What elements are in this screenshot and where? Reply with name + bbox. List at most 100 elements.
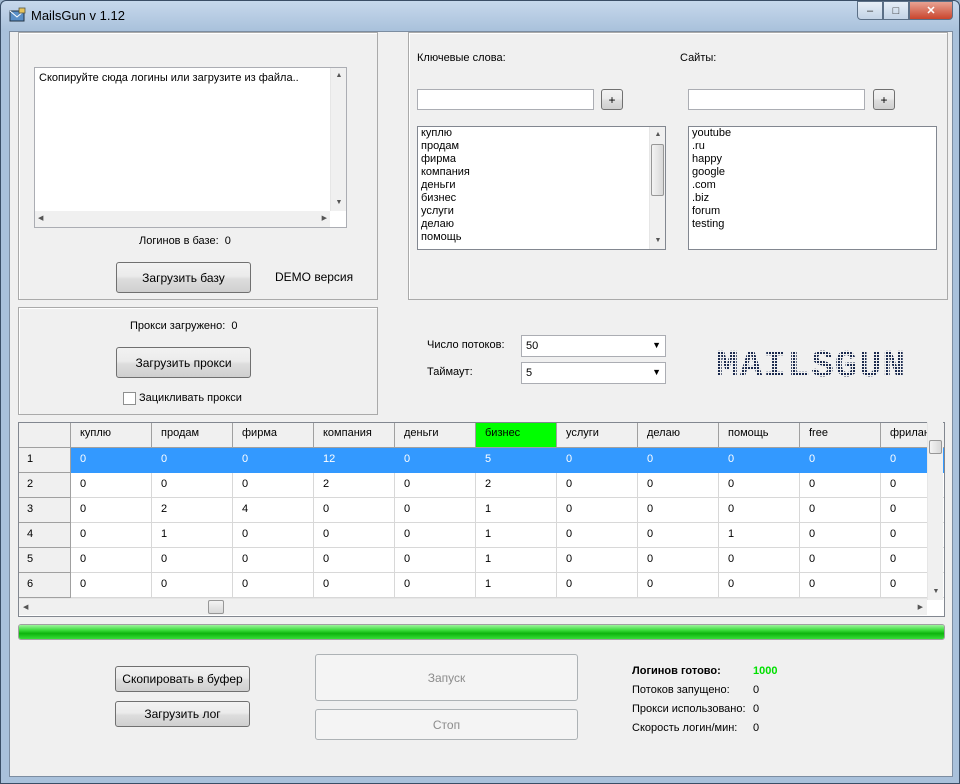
list-item[interactable]: помощь [418, 231, 665, 244]
logins-hscroll[interactable]: ◀ ▶ [35, 211, 330, 227]
grid-vscroll[interactable]: ▼ [927, 422, 943, 600]
logins-vscroll[interactable]: ▲ ▼ [330, 68, 346, 211]
table-cell[interactable]: 0 [395, 473, 476, 498]
table-cell[interactable]: 0 [800, 473, 881, 498]
keyword-input[interactable] [417, 89, 594, 110]
table-cell[interactable]: 4 [233, 498, 314, 523]
table-cell[interactable]: 0 [71, 548, 152, 573]
table-cell[interactable]: 0 [314, 548, 395, 573]
scroll-up-icon[interactable]: ▲ [650, 127, 665, 143]
table-cell[interactable]: 0 [800, 498, 881, 523]
column-header[interactable]: фирма [233, 423, 314, 448]
list-item[interactable]: услуги [418, 205, 665, 218]
table-cell[interactable]: 2 [152, 498, 233, 523]
table-cell[interactable]: 0 [395, 548, 476, 573]
list-item[interactable]: бизнес [418, 192, 665, 205]
list-item[interactable]: youtube [689, 127, 936, 140]
threads-select[interactable]: 50 ▼ [521, 335, 666, 357]
column-header[interactable]: бизнес [476, 423, 557, 448]
table-cell[interactable]: 0 [152, 448, 233, 473]
table-cell[interactable]: 0 [314, 573, 395, 598]
list-item[interactable]: .com [689, 179, 936, 192]
column-header[interactable]: деньги [395, 423, 476, 448]
column-header[interactable]: услуги [557, 423, 638, 448]
column-header[interactable]: помощь [719, 423, 800, 448]
table-cell[interactable]: 0 [395, 523, 476, 548]
list-item[interactable]: фирма [418, 153, 665, 166]
table-cell[interactable]: 2 [314, 473, 395, 498]
scroll-down-icon[interactable]: ▼ [928, 584, 944, 600]
sites-list[interactable]: youtube .ru happy google .com .biz forum testin… [688, 126, 937, 250]
timeout-select[interactable]: 5 ▼ [521, 362, 666, 384]
table-cell[interactable]: 0 [719, 548, 800, 573]
table-cell[interactable]: 0 [233, 448, 314, 473]
table-cell[interactable]: 0 [233, 548, 314, 573]
list-item[interactable]: testing [689, 218, 936, 231]
table-cell[interactable]: 0 [395, 573, 476, 598]
keywords-vscroll[interactable]: ▲ ▼ [649, 127, 665, 249]
table-cell[interactable]: 0 [557, 448, 638, 473]
add-keyword-button[interactable]: + [601, 89, 623, 110]
table-cell[interactable]: 0 [71, 498, 152, 523]
table-cell[interactable]: 1 [476, 548, 557, 573]
table-cell[interactable]: 0 [719, 473, 800, 498]
list-item[interactable]: .ru [689, 140, 936, 153]
table-cell[interactable]: 0 [800, 448, 881, 473]
table-cell[interactable]: 5 [476, 448, 557, 473]
scroll-right-icon[interactable]: ▶ [918, 599, 923, 616]
table-cell[interactable]: 1 [719, 523, 800, 548]
table-cell[interactable]: 0 [557, 473, 638, 498]
scroll-down-icon[interactable]: ▼ [331, 195, 347, 211]
table-cell[interactable]: 12 [314, 448, 395, 473]
grid-hscroll[interactable]: ◀ ▶ [19, 598, 927, 615]
close-button[interactable]: ✕ [909, 1, 953, 20]
table-cell[interactable]: 0 [395, 498, 476, 523]
table-cell[interactable]: 0 [800, 548, 881, 573]
load-base-button[interactable]: Загрузить базу [116, 262, 251, 293]
table-cell[interactable]: 0 [638, 548, 719, 573]
row-header[interactable]: 6 [19, 573, 71, 598]
table-cell[interactable]: 0 [719, 573, 800, 598]
maximize-button[interactable]: □ [883, 1, 909, 20]
table-cell[interactable]: 0 [152, 573, 233, 598]
table-cell[interactable]: 1 [476, 523, 557, 548]
table-cell[interactable]: 0 [233, 473, 314, 498]
table-cell[interactable]: 0 [719, 448, 800, 473]
list-item[interactable]: happy [689, 153, 936, 166]
table-cell[interactable]: 0 [152, 548, 233, 573]
table-cell[interactable]: 0 [395, 448, 476, 473]
load-proxy-button[interactable]: Загрузить прокси [116, 347, 251, 378]
scroll-thumb[interactable] [208, 600, 224, 614]
title-bar[interactable]: MailsGun v 1.12 – □ ✕ [1, 1, 959, 31]
column-header[interactable]: делаю [638, 423, 719, 448]
column-header[interactable]: продам [152, 423, 233, 448]
row-header[interactable]: 1 [19, 448, 71, 473]
column-header[interactable]: куплю [71, 423, 152, 448]
table-cell[interactable]: 0 [638, 523, 719, 548]
table-cell[interactable]: 0 [71, 573, 152, 598]
table-cell[interactable]: 0 [557, 498, 638, 523]
row-header[interactable]: 5 [19, 548, 71, 573]
table-cell[interactable]: 0 [800, 573, 881, 598]
table-cell[interactable]: 0 [71, 523, 152, 548]
table-cell[interactable]: 0 [233, 573, 314, 598]
column-header[interactable]: free [800, 423, 881, 448]
scroll-right-icon[interactable]: ▶ [322, 211, 327, 227]
table-cell[interactable]: 0 [152, 473, 233, 498]
table-cell[interactable]: 0 [557, 523, 638, 548]
scroll-thumb[interactable] [651, 144, 664, 196]
row-header[interactable]: 2 [19, 473, 71, 498]
scroll-left-icon[interactable]: ◀ [38, 211, 43, 227]
load-log-button[interactable]: Загрузить лог [115, 701, 250, 727]
results-grid[interactable]: куплю продам фирма компания деньги бизнес услу… [18, 422, 945, 617]
column-header[interactable]: компания [314, 423, 395, 448]
table-cell[interactable]: 0 [638, 473, 719, 498]
loop-proxy-checkbox[interactable] [123, 392, 136, 405]
table-cell[interactable]: 1 [152, 523, 233, 548]
table-cell[interactable]: 0 [638, 573, 719, 598]
table-cell[interactable]: 0 [71, 473, 152, 498]
table-cell[interactable]: 0 [800, 523, 881, 548]
list-item[interactable]: продам [418, 140, 665, 153]
scroll-left-icon[interactable]: ◀ [23, 599, 28, 616]
table-cell[interactable]: 0 [719, 498, 800, 523]
